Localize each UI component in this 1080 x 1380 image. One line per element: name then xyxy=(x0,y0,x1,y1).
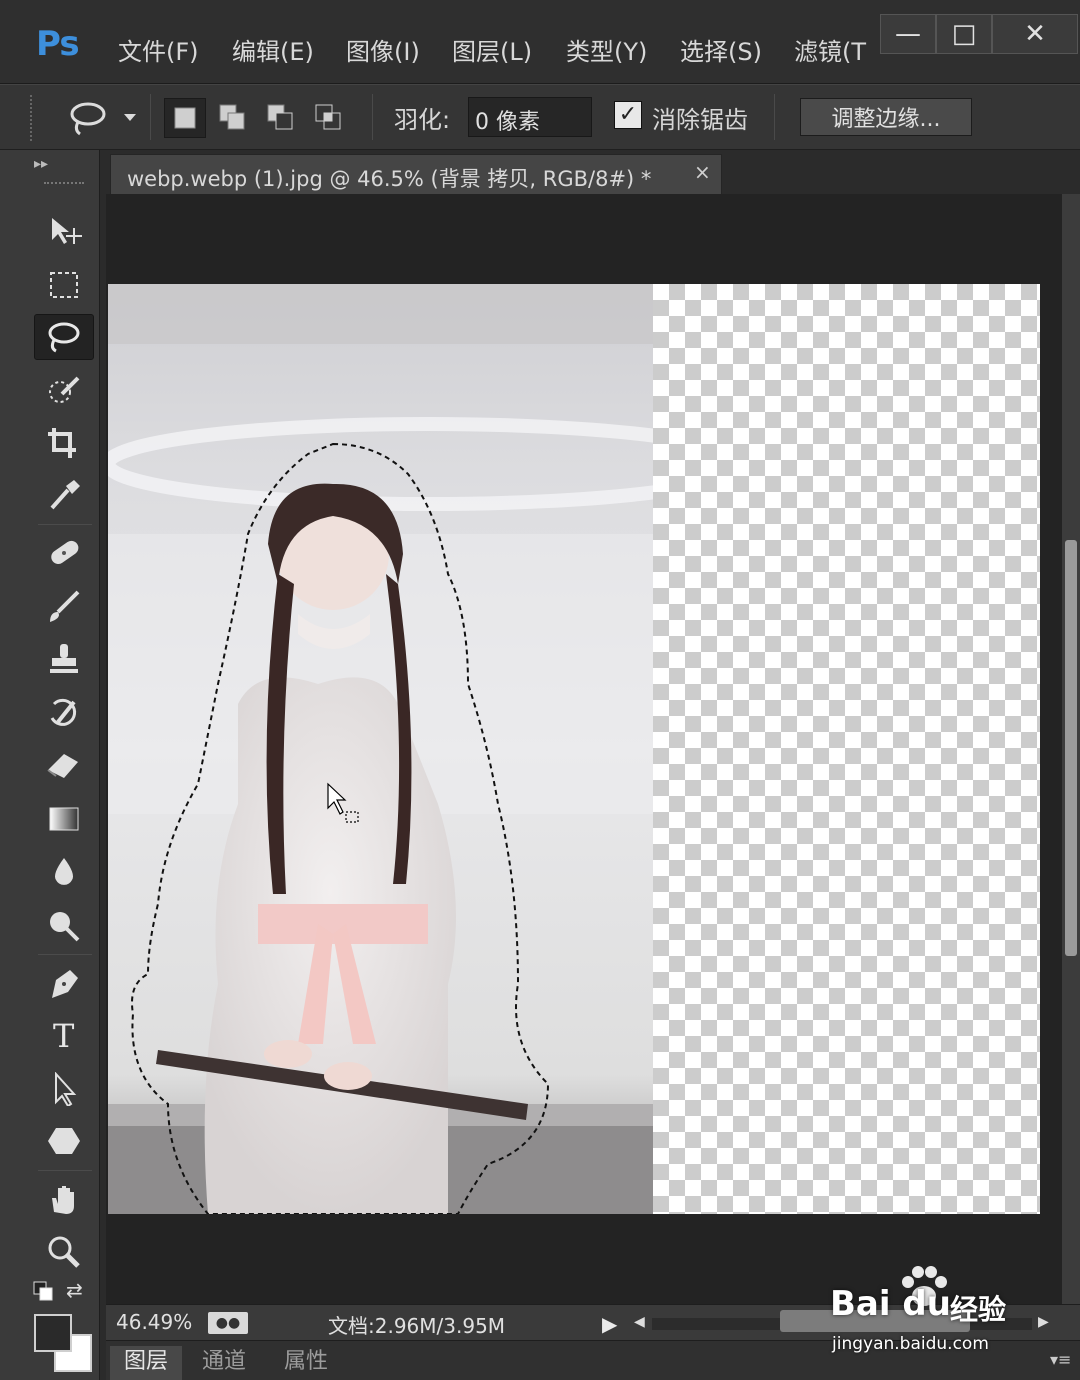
close-document-icon[interactable]: × xyxy=(694,160,711,184)
photo-layer xyxy=(108,284,653,1214)
antialias-label: 消除锯齿 xyxy=(652,106,748,134)
zoom-tool[interactable] xyxy=(34,1228,94,1274)
new-selection-icon xyxy=(174,107,196,129)
path-selection-tool-icon xyxy=(55,1072,77,1106)
document-tab-title: webp.webp (1).jpg @ 46.5% (背景 拷贝, RGB/8#… xyxy=(127,167,652,191)
panel-collapse-icon[interactable]: ▸▸ xyxy=(34,156,48,172)
zoom-tool-icon xyxy=(48,1236,80,1268)
add-selection-icon xyxy=(219,104,245,130)
marquee-tool[interactable] xyxy=(34,262,94,308)
hand-tool[interactable] xyxy=(34,1176,94,1222)
vertical-scrollbar-thumb[interactable] xyxy=(1065,540,1077,956)
brush-tool-icon xyxy=(50,590,80,622)
dodge-tool[interactable] xyxy=(34,902,94,948)
subtract-from-selection-button[interactable] xyxy=(260,98,302,138)
svg-text:T: T xyxy=(53,1018,75,1052)
antialias-checkbox[interactable]: ✓ xyxy=(614,101,642,129)
zoom-level[interactable]: 46.49% xyxy=(116,1310,192,1334)
lasso-tool[interactable] xyxy=(34,314,94,360)
crop-tool-icon xyxy=(48,428,76,458)
status-menu-arrow-icon[interactable]: ▶ xyxy=(602,1312,617,1336)
intersect-selection-icon xyxy=(315,104,341,130)
blur-tool[interactable] xyxy=(34,850,94,896)
maximize-button[interactable]: □ xyxy=(936,14,992,54)
move-tool[interactable] xyxy=(34,208,94,254)
type-tool[interactable]: T xyxy=(34,1012,94,1058)
clone-stamp-tool-icon xyxy=(50,644,78,673)
subtract-selection-icon xyxy=(267,104,293,130)
scroll-left-icon[interactable]: ◀ xyxy=(634,1314,645,1330)
eraser-tool[interactable] xyxy=(34,742,94,788)
tool-preset-picker[interactable] xyxy=(64,98,144,142)
tab-layers[interactable]: 图层 xyxy=(110,1346,183,1380)
chevron-down-icon xyxy=(124,114,136,121)
panel-menu-icon[interactable]: ▾≡ xyxy=(1050,1350,1071,1369)
default-colors-icon[interactable] xyxy=(32,1280,54,1306)
hand-tool-icon xyxy=(52,1186,74,1214)
eraser-tool-icon xyxy=(47,754,78,778)
refine-edge-button[interactable]: 调整边缘... xyxy=(800,98,972,136)
marquee-tool-icon xyxy=(50,272,78,298)
history-brush-tool[interactable] xyxy=(34,690,94,736)
history-brush-tool-icon xyxy=(50,698,77,726)
document-size: 文档:2.96M/3.95M xyxy=(328,1314,506,1338)
menu-filter[interactable]: 滤镜(T xyxy=(794,32,866,67)
new-selection-button[interactable] xyxy=(164,98,206,138)
lasso-preset-icon xyxy=(70,102,136,136)
menu-layer[interactable]: 图层(L) xyxy=(452,32,532,67)
tab-properties[interactable]: 属性 xyxy=(270,1346,342,1380)
shape-tool-icon xyxy=(48,1128,80,1154)
eyedropper-tool-icon xyxy=(50,480,80,510)
crop-tool[interactable] xyxy=(34,420,94,466)
tools-panel-grip[interactable] xyxy=(44,182,84,188)
pen-tool[interactable] xyxy=(34,960,94,1006)
options-bar-grip[interactable] xyxy=(30,95,34,141)
swap-colors-icon[interactable]: ⇄ xyxy=(66,1278,83,1302)
close-window-button[interactable]: ✕ xyxy=(992,14,1078,54)
tab-channels[interactable]: 通道 xyxy=(188,1346,260,1380)
gradient-tool[interactable] xyxy=(34,796,94,842)
dodge-tool-icon xyxy=(50,912,80,942)
brush-tool[interactable] xyxy=(34,584,94,630)
add-to-selection-button[interactable] xyxy=(212,98,254,138)
menu-select[interactable]: 选择(S) xyxy=(680,32,762,67)
feather-label: 羽化: xyxy=(394,106,451,134)
move-tool-icon xyxy=(52,218,82,244)
menu-image[interactable]: 图像(I) xyxy=(346,32,420,67)
menu-type[interactable]: 类型(Y) xyxy=(566,32,647,67)
healing-brush-tool[interactable] xyxy=(34,530,94,576)
transparent-area xyxy=(653,284,1040,1214)
watermark-brand: Bai du xyxy=(830,1284,951,1324)
minimize-button[interactable]: — xyxy=(880,14,936,54)
blur-tool-icon xyxy=(55,858,73,885)
watermark-url: jingyan.baidu.com xyxy=(832,1334,989,1354)
type-tool-icon: T xyxy=(53,1018,75,1052)
status-info-icon[interactable]: ●● xyxy=(208,1312,248,1334)
intersect-selection-button[interactable] xyxy=(308,98,350,138)
document-tab[interactable]: webp.webp (1).jpg @ 46.5% (背景 拷贝, RGB/8#… xyxy=(110,154,722,194)
menu-edit[interactable]: 编辑(E) xyxy=(232,32,314,67)
lasso-tool-icon xyxy=(48,322,80,353)
clone-stamp-tool[interactable] xyxy=(34,636,94,682)
shape-tool[interactable] xyxy=(34,1118,94,1164)
photoshop-logo: Ps xyxy=(36,24,80,64)
quick-selection-tool[interactable] xyxy=(34,368,94,414)
menu-file[interactable]: 文件(F) xyxy=(118,32,199,67)
feather-input[interactable]: 0 像素 xyxy=(468,97,592,137)
path-selection-tool[interactable] xyxy=(34,1066,94,1112)
quick-selection-tool-icon xyxy=(49,376,80,403)
healing-brush-tool-icon xyxy=(51,540,79,565)
watermark-product: 经验 xyxy=(950,1293,1007,1326)
pen-tool-icon xyxy=(52,970,78,998)
document-canvas[interactable] xyxy=(108,284,1040,1214)
foreground-color-swatch[interactable] xyxy=(34,1314,72,1352)
gradient-tool-icon xyxy=(49,807,79,831)
eyedropper-tool[interactable] xyxy=(34,472,94,518)
